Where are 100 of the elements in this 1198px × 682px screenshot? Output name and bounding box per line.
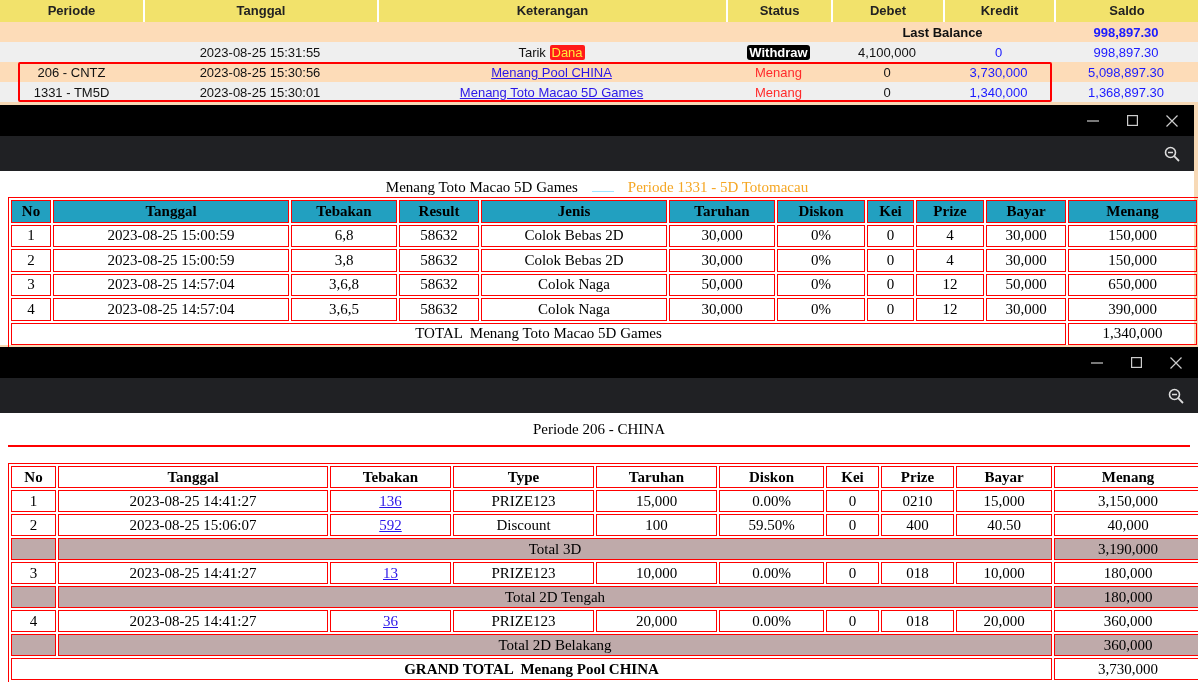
total-label: TOTAL Menang Toto Macao 5D Games: [11, 322, 1066, 345]
table-cell: 1: [11, 490, 56, 512]
table-cell: 15,000: [596, 490, 717, 512]
table-cell: 2: [11, 249, 51, 272]
table-cell: 0: [867, 224, 914, 247]
column-header: Tanggal: [58, 466, 328, 488]
table-cell: 1: [11, 224, 51, 247]
table-cell: 4: [11, 298, 51, 321]
period-title: Periode 206 - CHINA: [532, 421, 666, 437]
total-value: 1,340,000: [1068, 322, 1197, 345]
periode-cell-text: 206 - CNTZ: [36, 64, 107, 80]
column-header: Taruhan: [596, 466, 717, 488]
table-cell: 018: [881, 562, 954, 584]
subtotal-spacer: [11, 586, 56, 608]
close-icon[interactable]: [1170, 356, 1182, 369]
table-cell: 2023-08-25 15:00:59: [53, 224, 289, 247]
status-text: Menang: [754, 84, 803, 100]
table-cell: 0.00%: [719, 490, 824, 512]
table-cell: 58632: [399, 224, 479, 247]
column-header: Bayar: [986, 200, 1066, 223]
date-cell-text: 2023-08-25 15:30:56: [198, 64, 322, 80]
table-cell: 3: [11, 562, 56, 584]
description-link[interactable]: Menang Pool CHINA: [491, 64, 612, 80]
status-text: Menang: [754, 64, 803, 80]
column-header: Result: [399, 200, 479, 223]
table-cell: 15,000: [956, 490, 1052, 512]
maximize-icon[interactable]: [1127, 115, 1138, 126]
period-title: Periode 1331 - 5D Totomacau: [627, 179, 809, 195]
debit-cell-text: 4,100,000: [857, 44, 917, 60]
table-cell: 3,6,5: [291, 298, 397, 321]
table-cell: Colok Bebas 2D: [481, 249, 667, 272]
column-header: Kei: [867, 200, 914, 223]
table-cell: 2023-08-25 15:06:07: [58, 514, 328, 536]
table-cell: 2023-08-25 14:57:04: [53, 298, 289, 321]
table-cell: 0%: [777, 298, 865, 321]
subtotal-value: 3,190,000: [1054, 538, 1198, 560]
table-cell: 30,000: [669, 298, 775, 321]
last-balance-value: 998,897.30: [1092, 24, 1160, 40]
table-cell: 0%: [777, 249, 865, 272]
table-cell: 150,000: [1068, 249, 1197, 272]
table-cell: 58632: [399, 273, 479, 296]
table-cell: Discount: [453, 514, 594, 536]
subtotal-spacer: [11, 538, 56, 560]
table-cell: 180,000: [1054, 562, 1198, 584]
table-cell: 650,000: [1068, 273, 1197, 296]
grand-total-label: GRAND TOTAL Menang Pool CHINA: [11, 658, 1052, 680]
table-cell: 2: [11, 514, 56, 536]
table-cell: 2023-08-25 14:57:04: [53, 273, 289, 296]
balance-cell-text: 1,368,897.30: [1087, 84, 1165, 100]
table-cell: 40.50: [956, 514, 1052, 536]
report-title: Menang Toto Macao 5D Games: [385, 179, 578, 195]
table-cell: 0: [867, 273, 914, 296]
table-cell: 10,000: [956, 562, 1052, 584]
table-cell: 2023-08-25 14:41:27: [58, 562, 328, 584]
table-cell: 30,000: [669, 249, 775, 272]
guess-link[interactable]: 13: [383, 564, 398, 581]
column-header: Diskon: [777, 200, 865, 223]
close-icon[interactable]: [1166, 114, 1178, 127]
debit-cell-text: 0: [882, 84, 892, 100]
zoom-out-icon[interactable]: [1164, 145, 1180, 162]
column-header: Type: [453, 466, 594, 488]
column-header: Taruhan: [669, 200, 775, 223]
credit-cell-text: 3,730,000: [968, 64, 1029, 80]
column-header: Menang: [1054, 466, 1198, 488]
debit-cell-text: 0: [882, 64, 892, 80]
description-link[interactable]: Menang Toto Macao 5D Games: [459, 84, 644, 100]
zoom-out-icon[interactable]: [1168, 387, 1184, 404]
guess-link[interactable]: 36: [383, 612, 398, 629]
balance-cell-text: 998,897.30: [1092, 44, 1160, 60]
table-cell: 58632: [399, 298, 479, 321]
table-cell: 360,000: [1054, 610, 1198, 632]
table-cell: 40,000: [1054, 514, 1198, 536]
table-cell: 20,000: [596, 610, 717, 632]
table-cell: Colok Bebas 2D: [481, 224, 667, 247]
table-cell: 4: [916, 249, 984, 272]
column-header: Jenis: [481, 200, 667, 223]
credit-cell-text: 0: [993, 44, 1004, 60]
table-cell: 0: [826, 514, 879, 536]
table-cell: 3,6,8: [291, 273, 397, 296]
table-cell: 0: [826, 610, 879, 632]
column-header: Prize: [881, 466, 954, 488]
table-cell: 50,000: [669, 273, 775, 296]
maximize-icon[interactable]: [1131, 357, 1142, 368]
table-cell: 2023-08-25 15:00:59: [53, 249, 289, 272]
table-cell: 3,150,000: [1054, 490, 1198, 512]
credit-cell-text: 1,340,000: [968, 84, 1029, 100]
column-header: Periode: [46, 2, 97, 20]
guess-link[interactable]: 592: [379, 516, 402, 533]
periode-cell-text: 1331 - TM5D: [32, 84, 111, 100]
table-cell: 30,000: [986, 224, 1066, 247]
table-cell: Colok Naga: [481, 298, 667, 321]
table-cell: 400: [881, 514, 954, 536]
table-cell: 0%: [777, 224, 865, 247]
guess-link[interactable]: 136: [379, 492, 402, 509]
balance-cell-text: 5,098,897.30: [1087, 64, 1165, 80]
table-cell: 0: [826, 562, 879, 584]
table-cell: 3,8: [291, 249, 397, 272]
table-cell: 0210: [881, 490, 954, 512]
table-cell: 0: [867, 249, 914, 272]
subtotal-value: 180,000: [1054, 586, 1198, 608]
